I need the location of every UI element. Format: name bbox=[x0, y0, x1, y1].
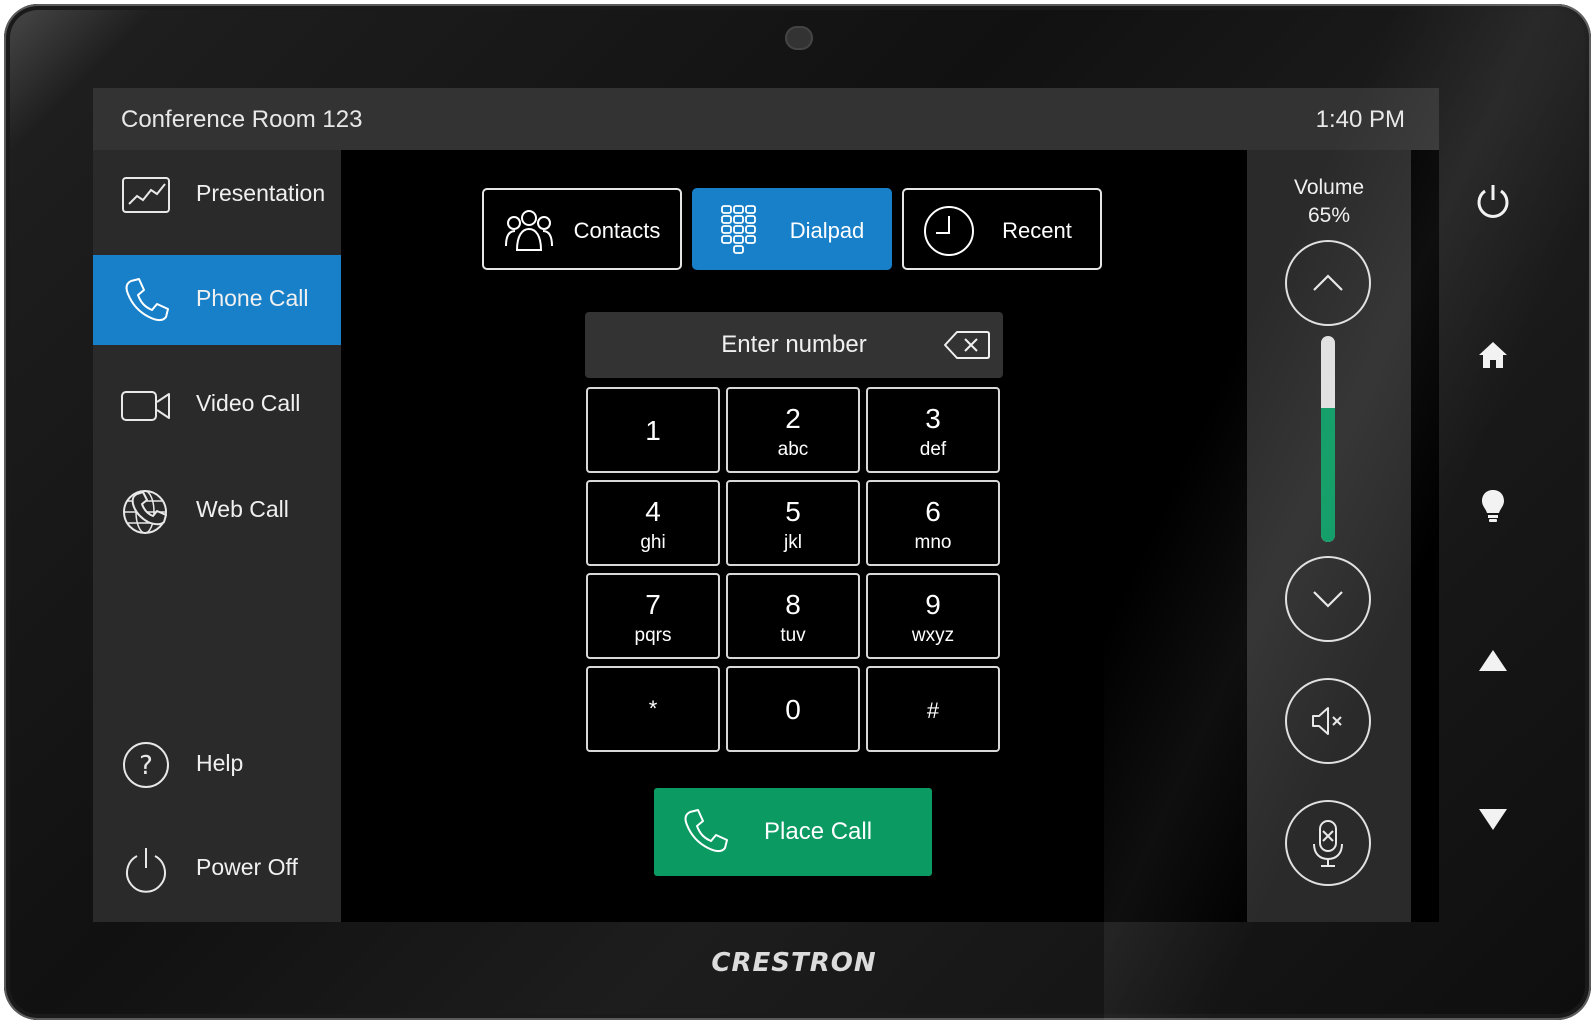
dial-key-7[interactable]: 7 pqrs bbox=[586, 573, 720, 659]
sidebar-item-label: Web Call bbox=[196, 496, 289, 522]
main-panel: Contacts Dialpad Recent Enter number 1 2… bbox=[341, 150, 1247, 922]
sidebar-item-label: Presentation bbox=[196, 180, 326, 206]
key-digit: 1 bbox=[645, 415, 661, 446]
key-letters: pqrs bbox=[634, 625, 672, 646]
key-letters: mno bbox=[914, 532, 952, 553]
hardware-home-button[interactable] bbox=[1471, 334, 1515, 378]
touch-screen: Conference Room 123 1:40 PM Presentation… bbox=[93, 88, 1439, 922]
key-digit: * bbox=[648, 696, 658, 721]
hardware-lights-button[interactable] bbox=[1471, 484, 1515, 528]
place-call-button[interactable]: Place Call bbox=[654, 788, 932, 876]
mute-speaker-button[interactable] bbox=[1285, 678, 1371, 764]
tab-label: Recent bbox=[1002, 218, 1072, 243]
sidebar-item-presentation[interactable]: Presentation bbox=[93, 150, 341, 240]
video-camera-icon bbox=[121, 380, 171, 430]
key-digit: 8 bbox=[785, 589, 801, 620]
hardware-power-button[interactable] bbox=[1471, 180, 1515, 224]
key-digit: 5 bbox=[785, 496, 801, 527]
lightbulb-icon bbox=[1482, 490, 1504, 522]
power-off-button[interactable]: Power Off bbox=[93, 824, 341, 914]
number-placeholder: Enter number bbox=[721, 331, 867, 358]
dial-key-star[interactable]: * bbox=[586, 666, 720, 752]
sidebar-item-label: Video Call bbox=[196, 390, 301, 416]
key-letters: abc bbox=[777, 439, 809, 460]
sidebar-item-phone-call[interactable]: Phone Call bbox=[93, 255, 341, 345]
hardware-up-button[interactable] bbox=[1471, 640, 1515, 684]
brand-logo: CRESTRON bbox=[711, 948, 877, 978]
dial-key-9[interactable]: 9 wxyz bbox=[866, 573, 1000, 659]
key-digit: 7 bbox=[645, 589, 661, 620]
place-call-label: Place Call bbox=[764, 818, 873, 845]
key-letters: def bbox=[919, 439, 947, 460]
presentation-chart-icon bbox=[121, 170, 171, 220]
phone-icon bbox=[121, 275, 171, 325]
triangle-down-icon bbox=[1479, 809, 1507, 830]
dial-key-hash[interactable]: # bbox=[866, 666, 1000, 752]
key-digit: 3 bbox=[925, 403, 941, 434]
sidebar-item-label: Phone Call bbox=[196, 285, 309, 311]
dial-key-1[interactable]: 1 bbox=[586, 387, 720, 473]
volume-heading: Volume 65% bbox=[1247, 174, 1411, 230]
speaker-mute-icon bbox=[1312, 707, 1342, 735]
key-letters: wxyz bbox=[911, 625, 955, 646]
key-digit: 9 bbox=[925, 589, 941, 620]
key-digit: 0 bbox=[785, 694, 801, 725]
backspace-icon[interactable] bbox=[943, 330, 991, 360]
volume-up-button[interactable] bbox=[1285, 240, 1371, 326]
tab-dialpad[interactable]: Dialpad bbox=[692, 188, 892, 270]
svg-text:?: ? bbox=[139, 751, 153, 781]
dial-key-6[interactable]: 6 mno bbox=[866, 480, 1000, 566]
sidebar-item-web-call[interactable]: Web Call bbox=[93, 466, 341, 556]
volume-panel: Volume 65% bbox=[1247, 150, 1411, 922]
sidebar-item-video-call[interactable]: Video Call bbox=[93, 360, 341, 450]
room-name: Conference Room 123 bbox=[121, 106, 363, 133]
help-icon: ? bbox=[121, 740, 171, 790]
globe-phone-icon bbox=[121, 486, 171, 536]
sidebar: Presentation Phone Call Video Call Web C… bbox=[93, 150, 341, 922]
volume-title: Volume bbox=[1293, 176, 1365, 199]
header-bar: Conference Room 123 1:40 PM bbox=[93, 88, 1439, 150]
chevron-down-icon bbox=[1313, 591, 1343, 608]
key-digit: 4 bbox=[645, 496, 661, 527]
home-icon bbox=[1479, 342, 1507, 368]
power-off-label: Power Off bbox=[196, 854, 298, 880]
number-input[interactable]: Enter number bbox=[585, 312, 1003, 378]
key-digit: 2 bbox=[785, 403, 801, 434]
key-letters: ghi bbox=[640, 532, 666, 553]
tab-contacts[interactable]: Contacts bbox=[482, 188, 682, 270]
help-button[interactable]: ? Help bbox=[93, 720, 341, 810]
tab-recent[interactable]: Recent bbox=[902, 188, 1102, 270]
triangle-up-icon bbox=[1479, 650, 1507, 671]
camera-icon bbox=[785, 26, 813, 50]
chevron-up-icon bbox=[1313, 274, 1343, 291]
volume-down-button[interactable] bbox=[1285, 556, 1371, 642]
dial-key-0[interactable]: 0 bbox=[726, 666, 860, 752]
key-digit: 6 bbox=[925, 496, 941, 527]
phone-icon bbox=[680, 806, 732, 858]
power-icon bbox=[121, 844, 171, 894]
tab-label: Dialpad bbox=[789, 218, 865, 243]
dial-key-8[interactable]: 8 tuv bbox=[726, 573, 860, 659]
touch-panel-device: Conference Room 123 1:40 PM Presentation… bbox=[4, 4, 1591, 1020]
volume-slider-fill bbox=[1321, 408, 1335, 542]
clock: 1:40 PM bbox=[1315, 106, 1405, 133]
microphone-mute-icon bbox=[1313, 820, 1343, 867]
dial-key-2[interactable]: 2 abc bbox=[726, 387, 860, 473]
help-label: Help bbox=[196, 750, 244, 776]
hardware-down-button[interactable] bbox=[1471, 796, 1515, 840]
mute-microphone-button[interactable] bbox=[1285, 800, 1371, 886]
dial-key-3[interactable]: 3 def bbox=[866, 387, 1000, 473]
tab-label: Contacts bbox=[573, 218, 661, 243]
power-icon bbox=[1477, 185, 1509, 218]
dial-key-5[interactable]: 5 jkl bbox=[726, 480, 860, 566]
key-letters: tuv bbox=[780, 625, 806, 646]
key-letters: jkl bbox=[784, 532, 802, 553]
dial-key-4[interactable]: 4 ghi bbox=[586, 480, 720, 566]
volume-level-text: 65% bbox=[1307, 204, 1351, 227]
key-digit: # bbox=[926, 698, 940, 723]
volume-slider[interactable] bbox=[1321, 336, 1335, 542]
